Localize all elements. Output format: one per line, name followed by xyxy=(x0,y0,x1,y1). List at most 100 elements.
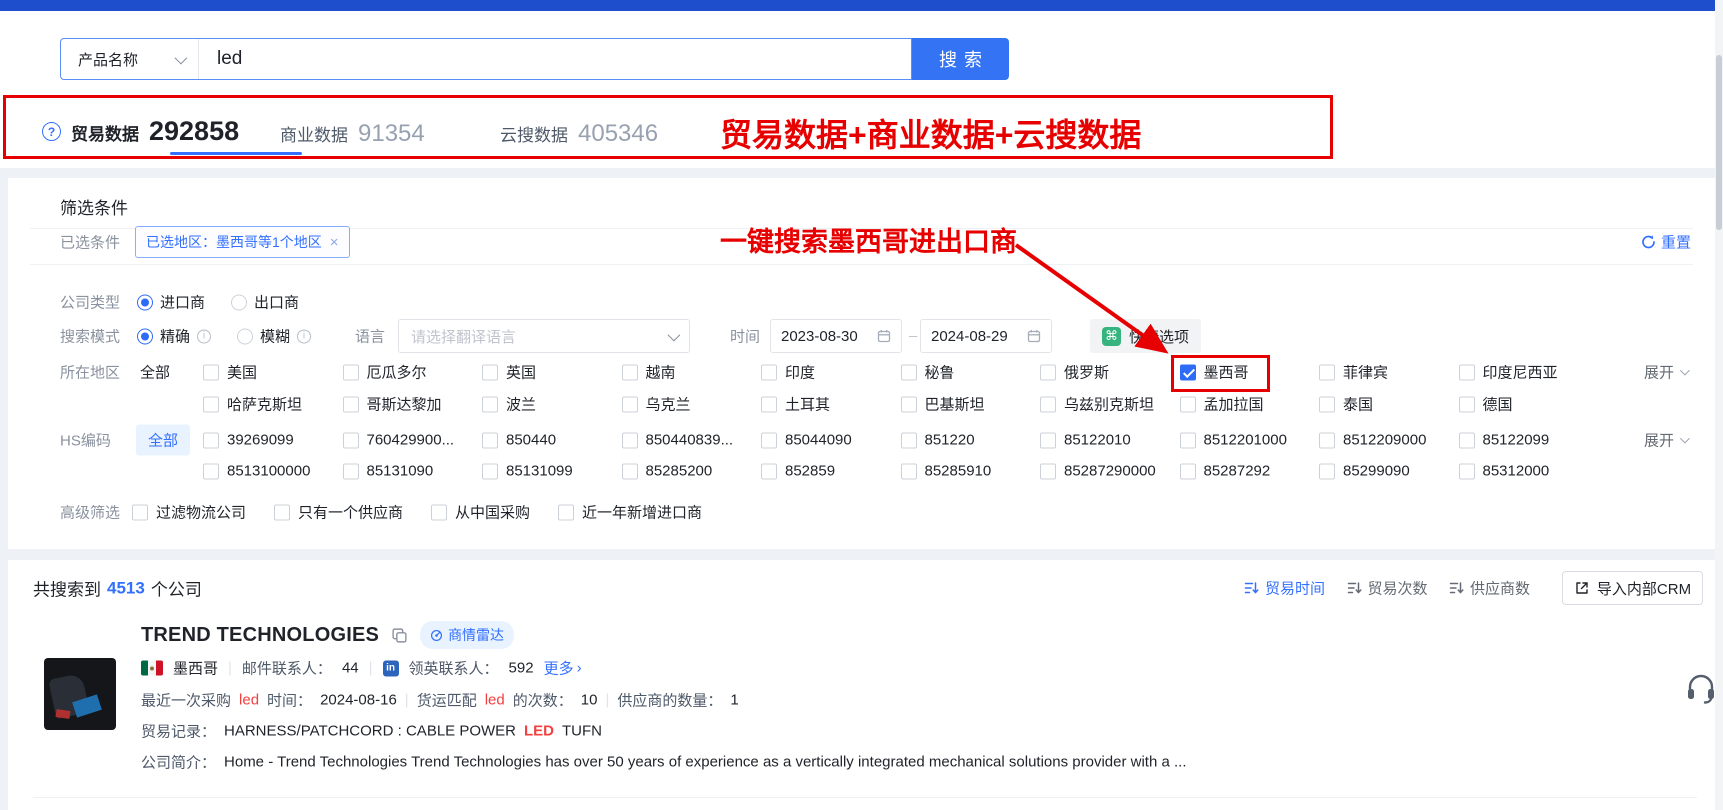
checkbox-icon xyxy=(343,364,359,380)
checkbox-icon xyxy=(622,432,638,448)
export-icon xyxy=(1574,580,1590,596)
hs-code-checkbox[interactable]: 852859 xyxy=(761,463,835,480)
tab-count: 292858 xyxy=(149,116,239,147)
quick-options-button[interactable]: ⌘ 快捷选项 xyxy=(1090,319,1201,353)
hs-code-checkbox[interactable]: 850440 xyxy=(482,432,556,449)
hs-code-checkbox[interactable]: 85285910 xyxy=(901,463,992,480)
info-icon[interactable]: i xyxy=(197,329,211,343)
summary-count: 4513 xyxy=(107,578,145,598)
more-link[interactable]: 更多 › xyxy=(544,658,582,679)
info-icon[interactable]: i xyxy=(297,329,311,343)
hs-code-checkbox[interactable]: 39269099 xyxy=(203,432,294,449)
region-checkbox[interactable]: 越南 xyxy=(622,362,676,383)
hs-expand-toggle[interactable]: 展开 xyxy=(1644,430,1687,451)
customer-service-headset-icon[interactable] xyxy=(1684,672,1718,704)
region-checkbox[interactable]: 厄瓜多尔 xyxy=(343,362,427,383)
hs-code-checkbox[interactable]: 85131090 xyxy=(343,463,434,480)
hs-code-checkbox[interactable]: 85044090 xyxy=(761,432,852,449)
hs-all-option[interactable]: 全部 xyxy=(136,425,190,456)
radio-on-icon xyxy=(137,328,153,344)
hs-code-checkbox[interactable]: 8512201000 xyxy=(1180,432,1287,449)
checkbox-icon xyxy=(901,463,917,479)
radio-exporter[interactable]: 出口商 xyxy=(231,292,299,313)
company-name[interactable]: TREND TECHNOLOGIES xyxy=(141,624,379,647)
hs-code-checkbox[interactable]: 8512209000 xyxy=(1319,432,1426,449)
checkbox-label: 760429900... xyxy=(367,432,455,449)
hs-code-checkbox[interactable]: 85122010 xyxy=(1040,432,1131,449)
region-checkbox[interactable]: 哥斯达黎加 xyxy=(343,394,442,415)
hs-code-checkbox[interactable]: 85285200 xyxy=(622,463,713,480)
checkbox-icon xyxy=(132,504,148,520)
search-input[interactable] xyxy=(199,48,911,70)
region-checkbox[interactable]: 菲律宾 xyxy=(1319,362,1388,383)
advanced-checkbox[interactable]: 近一年新增进口商 xyxy=(558,502,702,523)
sort-option[interactable]: 供应商数 xyxy=(1449,578,1530,599)
hs-code-checkbox[interactable]: 8513100000 xyxy=(203,463,310,480)
checkbox-icon xyxy=(203,432,219,448)
import-crm-button[interactable]: 导入内部CRM xyxy=(1562,571,1703,605)
region-checkbox[interactable]: 秘鲁 xyxy=(901,362,955,383)
region-checkbox[interactable]: 德国 xyxy=(1459,394,1513,415)
radar-icon xyxy=(430,629,443,642)
hs-code-checkbox[interactable]: 85287290000 xyxy=(1040,463,1156,480)
search-button[interactable]: 搜索 xyxy=(912,38,1009,80)
chevron-down-icon xyxy=(668,328,681,341)
region-checkbox[interactable]: 印度尼西亚 xyxy=(1459,362,1558,383)
linkedin-contacts-count: 592 xyxy=(509,660,534,677)
checkbox-icon xyxy=(1180,432,1196,448)
supplier-count: 1 xyxy=(730,692,738,709)
hs-code-checkbox[interactable]: 85299090 xyxy=(1319,463,1410,480)
region-checkbox[interactable]: 英国 xyxy=(482,362,536,383)
region-checkbox[interactable]: 俄罗斯 xyxy=(1040,362,1109,383)
advanced-checkbox[interactable]: 从中国采购 xyxy=(431,502,530,523)
region-expand-toggle[interactable]: 展开 xyxy=(1644,362,1687,383)
hs-code-checkbox[interactable]: 85312000 xyxy=(1459,463,1550,480)
region-checkbox[interactable]: 哈萨克斯坦 xyxy=(203,394,302,415)
sort-option[interactable]: 贸易时间 xyxy=(1244,578,1325,599)
selected-region-tag[interactable]: 已选地区：墨西哥等1个地区 × xyxy=(135,226,350,258)
hs-code-checkbox[interactable]: 85287292 xyxy=(1180,463,1271,480)
region-checkbox[interactable]: 乌兹别克斯坦 xyxy=(1040,394,1154,415)
advanced-checkbox[interactable]: 过滤物流公司 xyxy=(132,502,246,523)
business-radar-badge[interactable]: 商情雷达 xyxy=(420,621,514,649)
search-category-select[interactable]: 产品名称 xyxy=(61,39,199,79)
region-checkbox[interactable]: 土耳其 xyxy=(761,394,830,415)
radio-importer[interactable]: 进口商 xyxy=(137,292,205,313)
hs-code-checkbox[interactable]: 760429900... xyxy=(343,432,455,449)
advanced-checkbox[interactable]: 只有一个供应商 xyxy=(274,502,403,523)
tab-business-data[interactable]: 商业数据 91354 xyxy=(280,120,425,148)
region-checkbox[interactable]: 乌克兰 xyxy=(622,394,691,415)
radio-fuzzy[interactable]: 模糊 i xyxy=(237,326,311,347)
date-from-picker[interactable]: 2023-08-30 xyxy=(770,319,902,353)
checkbox-icon xyxy=(343,432,359,448)
region-checkbox[interactable]: 美国 xyxy=(203,362,257,383)
region-checkbox[interactable]: 泰国 xyxy=(1319,394,1373,415)
language-select[interactable]: 请选择翻译语言 xyxy=(398,319,690,353)
tab-trade-data[interactable]: ? 贸易数据 292858 xyxy=(42,116,239,147)
region-checkbox[interactable]: 巴基斯坦 xyxy=(901,394,985,415)
hs-code-checkbox[interactable]: 850440839... xyxy=(622,432,734,449)
checkbox-icon xyxy=(1180,463,1196,479)
region-all-option[interactable]: 全部 xyxy=(140,362,170,383)
copy-icon[interactable] xyxy=(391,627,408,644)
sort-label: 贸易次数 xyxy=(1368,578,1428,599)
sort-option[interactable]: 贸易次数 xyxy=(1347,578,1428,599)
region-checkbox[interactable]: 墨西哥 xyxy=(1180,362,1249,383)
checkbox-icon xyxy=(274,504,290,520)
region-checkbox[interactable]: 印度 xyxy=(761,362,815,383)
tab-cloud-search-data[interactable]: 云搜数据 405346 xyxy=(500,120,658,148)
question-circle-icon[interactable]: ? xyxy=(42,122,61,141)
region-checkbox[interactable]: 波兰 xyxy=(482,394,536,415)
close-icon[interactable]: × xyxy=(330,234,339,251)
hs-code-checkbox[interactable]: 85131099 xyxy=(482,463,573,480)
tab-label: 贸易数据 xyxy=(71,120,139,145)
reset-button[interactable]: 重置 xyxy=(1641,232,1691,253)
radio-exact[interactable]: 精确 i xyxy=(137,326,211,347)
company-intro-text: Home - Trend Technologies Trend Technolo… xyxy=(224,754,1186,771)
region-checkbox[interactable]: 孟加拉国 xyxy=(1180,394,1264,415)
scrollbar-thumb[interactable] xyxy=(1716,55,1722,230)
hs-code-checkbox[interactable]: 851220 xyxy=(901,432,975,449)
date-to-picker[interactable]: 2024-08-29 xyxy=(920,319,1052,353)
divider xyxy=(33,797,1697,798)
hs-code-checkbox[interactable]: 85122099 xyxy=(1459,432,1550,449)
